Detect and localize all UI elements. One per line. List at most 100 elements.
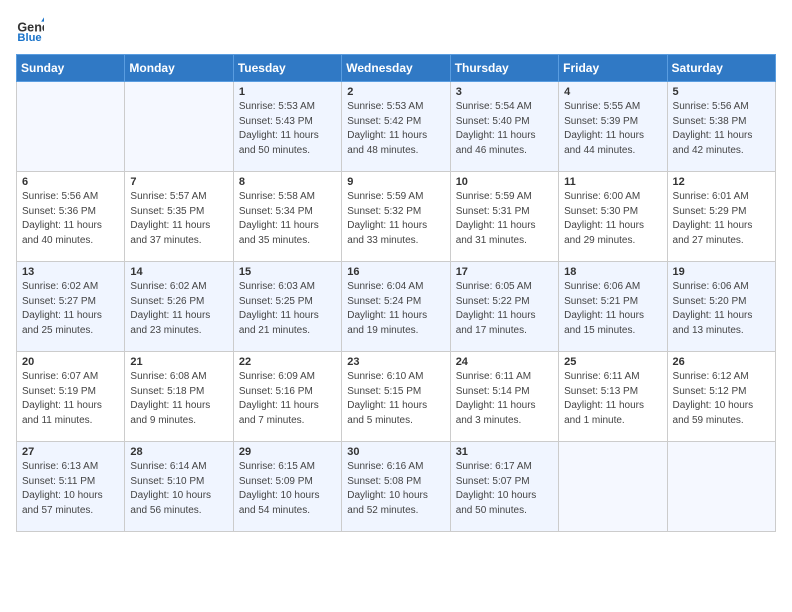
day-info: Sunrise: 6:01 AM Sunset: 5:29 PM Dayligh… xyxy=(673,190,770,248)
day-info: Sunrise: 6:02 AM Sunset: 5:27 PM Dayligh… xyxy=(22,280,119,338)
day-info: Sunrise: 6:07 AM Sunset: 5:19 PM Dayligh… xyxy=(22,370,119,428)
calendar-cell xyxy=(667,442,775,532)
day-info: Sunrise: 6:03 AM Sunset: 5:25 PM Dayligh… xyxy=(239,280,336,338)
day-info: Sunrise: 5:57 AM Sunset: 5:35 PM Dayligh… xyxy=(130,190,227,248)
day-number: 23 xyxy=(347,356,444,368)
calendar-cell: 15 Sunrise: 6:03 AM Sunset: 5:25 PM Dayli… xyxy=(233,262,341,352)
calendar-cell: 8 Sunrise: 5:58 AM Sunset: 5:34 PM Daylig… xyxy=(233,172,341,262)
day-number: 30 xyxy=(347,446,444,458)
day-info: Sunrise: 6:05 AM Sunset: 5:22 PM Dayligh… xyxy=(456,280,553,338)
calendar-cell: 5 Sunrise: 5:56 AM Sunset: 5:38 PM Daylig… xyxy=(667,82,775,172)
calendar-cell: 10 Sunrise: 5:59 AM Sunset: 5:31 PM Dayli… xyxy=(450,172,558,262)
calendar-cell: 18 Sunrise: 6:06 AM Sunset: 5:21 PM Dayli… xyxy=(559,262,667,352)
day-info: Sunrise: 6:11 AM Sunset: 5:14 PM Dayligh… xyxy=(456,370,553,428)
calendar-cell: 19 Sunrise: 6:06 AM Sunset: 5:20 PM Dayli… xyxy=(667,262,775,352)
day-info: Sunrise: 5:56 AM Sunset: 5:36 PM Dayligh… xyxy=(22,190,119,248)
calendar-cell: 29 Sunrise: 6:15 AM Sunset: 5:09 PM Dayli… xyxy=(233,442,341,532)
calendar-row-1: 6 Sunrise: 5:56 AM Sunset: 5:36 PM Daylig… xyxy=(17,172,776,262)
day-number: 2 xyxy=(347,86,444,98)
day-number: 10 xyxy=(456,176,553,188)
day-info: Sunrise: 6:16 AM Sunset: 5:08 PM Dayligh… xyxy=(347,460,444,518)
col-header-wednesday: Wednesday xyxy=(342,55,450,82)
day-number: 11 xyxy=(564,176,661,188)
calendar-cell: 1 Sunrise: 5:53 AM Sunset: 5:43 PM Daylig… xyxy=(233,82,341,172)
day-info: Sunrise: 6:13 AM Sunset: 5:11 PM Dayligh… xyxy=(22,460,119,518)
day-number: 15 xyxy=(239,266,336,278)
day-number: 18 xyxy=(564,266,661,278)
calendar-cell: 6 Sunrise: 5:56 AM Sunset: 5:36 PM Daylig… xyxy=(17,172,125,262)
calendar-cell: 16Sunrise: 6:04 AM Sunset: 5:24 PM Dayli… xyxy=(342,262,450,352)
day-number: 19 xyxy=(673,266,770,278)
day-info: Sunrise: 6:10 AM Sunset: 5:15 PM Dayligh… xyxy=(347,370,444,428)
calendar-cell: 17Sunrise: 6:05 AM Sunset: 5:22 PM Dayli… xyxy=(450,262,558,352)
calendar-cell: 14 Sunrise: 6:02 AM Sunset: 5:26 PM Dayli… xyxy=(125,262,233,352)
calendar-cell: 3Sunrise: 5:54 AM Sunset: 5:40 PM Daylig… xyxy=(450,82,558,172)
calendar-row-0: 1 Sunrise: 5:53 AM Sunset: 5:43 PM Daylig… xyxy=(17,82,776,172)
calendar-cell: 26Sunrise: 6:12 AM Sunset: 5:12 PM Dayli… xyxy=(667,352,775,442)
header-row: SundayMondayTuesdayWednesdayThursdayFrid… xyxy=(17,55,776,82)
calendar-cell: 21 Sunrise: 6:08 AM Sunset: 5:18 PM Dayli… xyxy=(125,352,233,442)
calendar-cell: 4 Sunrise: 5:55 AM Sunset: 5:39 PM Daylig… xyxy=(559,82,667,172)
day-info: Sunrise: 6:02 AM Sunset: 5:26 PM Dayligh… xyxy=(130,280,227,338)
day-info: Sunrise: 6:06 AM Sunset: 5:21 PM Dayligh… xyxy=(564,280,661,338)
day-number: 24 xyxy=(456,356,553,368)
day-info: Sunrise: 6:15 AM Sunset: 5:09 PM Dayligh… xyxy=(239,460,336,518)
day-info: Sunrise: 5:59 AM Sunset: 5:31 PM Dayligh… xyxy=(456,190,553,248)
day-number: 12 xyxy=(673,176,770,188)
day-number: 20 xyxy=(22,356,119,368)
logo: General Blue xyxy=(16,16,46,44)
calendar-cell xyxy=(125,82,233,172)
day-number: 21 xyxy=(130,356,227,368)
day-info: Sunrise: 5:58 AM Sunset: 5:34 PM Dayligh… xyxy=(239,190,336,248)
calendar-row-2: 13 Sunrise: 6:02 AM Sunset: 5:27 PM Dayli… xyxy=(17,262,776,352)
day-number: 14 xyxy=(130,266,227,278)
day-number: 22 xyxy=(239,356,336,368)
day-number: 31 xyxy=(456,446,553,458)
calendar-cell: 11 Sunrise: 6:00 AM Sunset: 5:30 PM Dayli… xyxy=(559,172,667,262)
logo-icon: General Blue xyxy=(16,16,44,44)
col-header-friday: Friday xyxy=(559,55,667,82)
calendar-cell xyxy=(17,82,125,172)
day-info: Sunrise: 6:14 AM Sunset: 5:10 PM Dayligh… xyxy=(130,460,227,518)
day-number: 8 xyxy=(239,176,336,188)
col-header-sunday: Sunday xyxy=(17,55,125,82)
calendar-header: SundayMondayTuesdayWednesdayThursdayFrid… xyxy=(17,55,776,82)
day-number: 3 xyxy=(456,86,553,98)
day-info: Sunrise: 6:17 AM Sunset: 5:07 PM Dayligh… xyxy=(456,460,553,518)
day-info: Sunrise: 5:56 AM Sunset: 5:38 PM Dayligh… xyxy=(673,100,770,158)
day-info: Sunrise: 6:12 AM Sunset: 5:12 PM Dayligh… xyxy=(673,370,770,428)
day-number: 25 xyxy=(564,356,661,368)
day-info: Sunrise: 6:06 AM Sunset: 5:20 PM Dayligh… xyxy=(673,280,770,338)
calendar-cell: 24 Sunrise: 6:11 AM Sunset: 5:14 PM Dayli… xyxy=(450,352,558,442)
calendar-cell: 7 Sunrise: 5:57 AM Sunset: 5:35 PM Daylig… xyxy=(125,172,233,262)
day-number: 16 xyxy=(347,266,444,278)
day-info: Sunrise: 6:00 AM Sunset: 5:30 PM Dayligh… xyxy=(564,190,661,248)
calendar-table: SundayMondayTuesdayWednesdayThursdayFrid… xyxy=(16,54,776,532)
calendar-cell: 25 Sunrise: 6:11 AM Sunset: 5:13 PM Dayli… xyxy=(559,352,667,442)
calendar-cell: 9Sunrise: 5:59 AM Sunset: 5:32 PM Daylig… xyxy=(342,172,450,262)
day-number: 29 xyxy=(239,446,336,458)
day-number: 27 xyxy=(22,446,119,458)
day-info: Sunrise: 6:08 AM Sunset: 5:18 PM Dayligh… xyxy=(130,370,227,428)
day-number: 13 xyxy=(22,266,119,278)
day-number: 7 xyxy=(130,176,227,188)
day-number: 4 xyxy=(564,86,661,98)
day-info: Sunrise: 5:53 AM Sunset: 5:42 PM Dayligh… xyxy=(347,100,444,158)
day-number: 1 xyxy=(239,86,336,98)
day-info: Sunrise: 5:53 AM Sunset: 5:43 PM Dayligh… xyxy=(239,100,336,158)
day-info: Sunrise: 6:11 AM Sunset: 5:13 PM Dayligh… xyxy=(564,370,661,428)
calendar-cell: 2 Sunrise: 5:53 AM Sunset: 5:42 PM Daylig… xyxy=(342,82,450,172)
calendar-cell: 31 Sunrise: 6:17 AM Sunset: 5:07 PM Dayli… xyxy=(450,442,558,532)
col-header-tuesday: Tuesday xyxy=(233,55,341,82)
calendar-body: 1 Sunrise: 5:53 AM Sunset: 5:43 PM Daylig… xyxy=(17,82,776,532)
day-info: Sunrise: 6:09 AM Sunset: 5:16 PM Dayligh… xyxy=(239,370,336,428)
calendar-row-3: 20 Sunrise: 6:07 AM Sunset: 5:19 PM Dayli… xyxy=(17,352,776,442)
page-header: General Blue xyxy=(16,16,776,44)
day-number: 5 xyxy=(673,86,770,98)
col-header-saturday: Saturday xyxy=(667,55,775,82)
calendar-cell: 27 Sunrise: 6:13 AM Sunset: 5:11 PM Dayli… xyxy=(17,442,125,532)
day-number: 6 xyxy=(22,176,119,188)
day-info: Sunrise: 5:55 AM Sunset: 5:39 PM Dayligh… xyxy=(564,100,661,158)
calendar-row-4: 27 Sunrise: 6:13 AM Sunset: 5:11 PM Dayli… xyxy=(17,442,776,532)
day-number: 28 xyxy=(130,446,227,458)
